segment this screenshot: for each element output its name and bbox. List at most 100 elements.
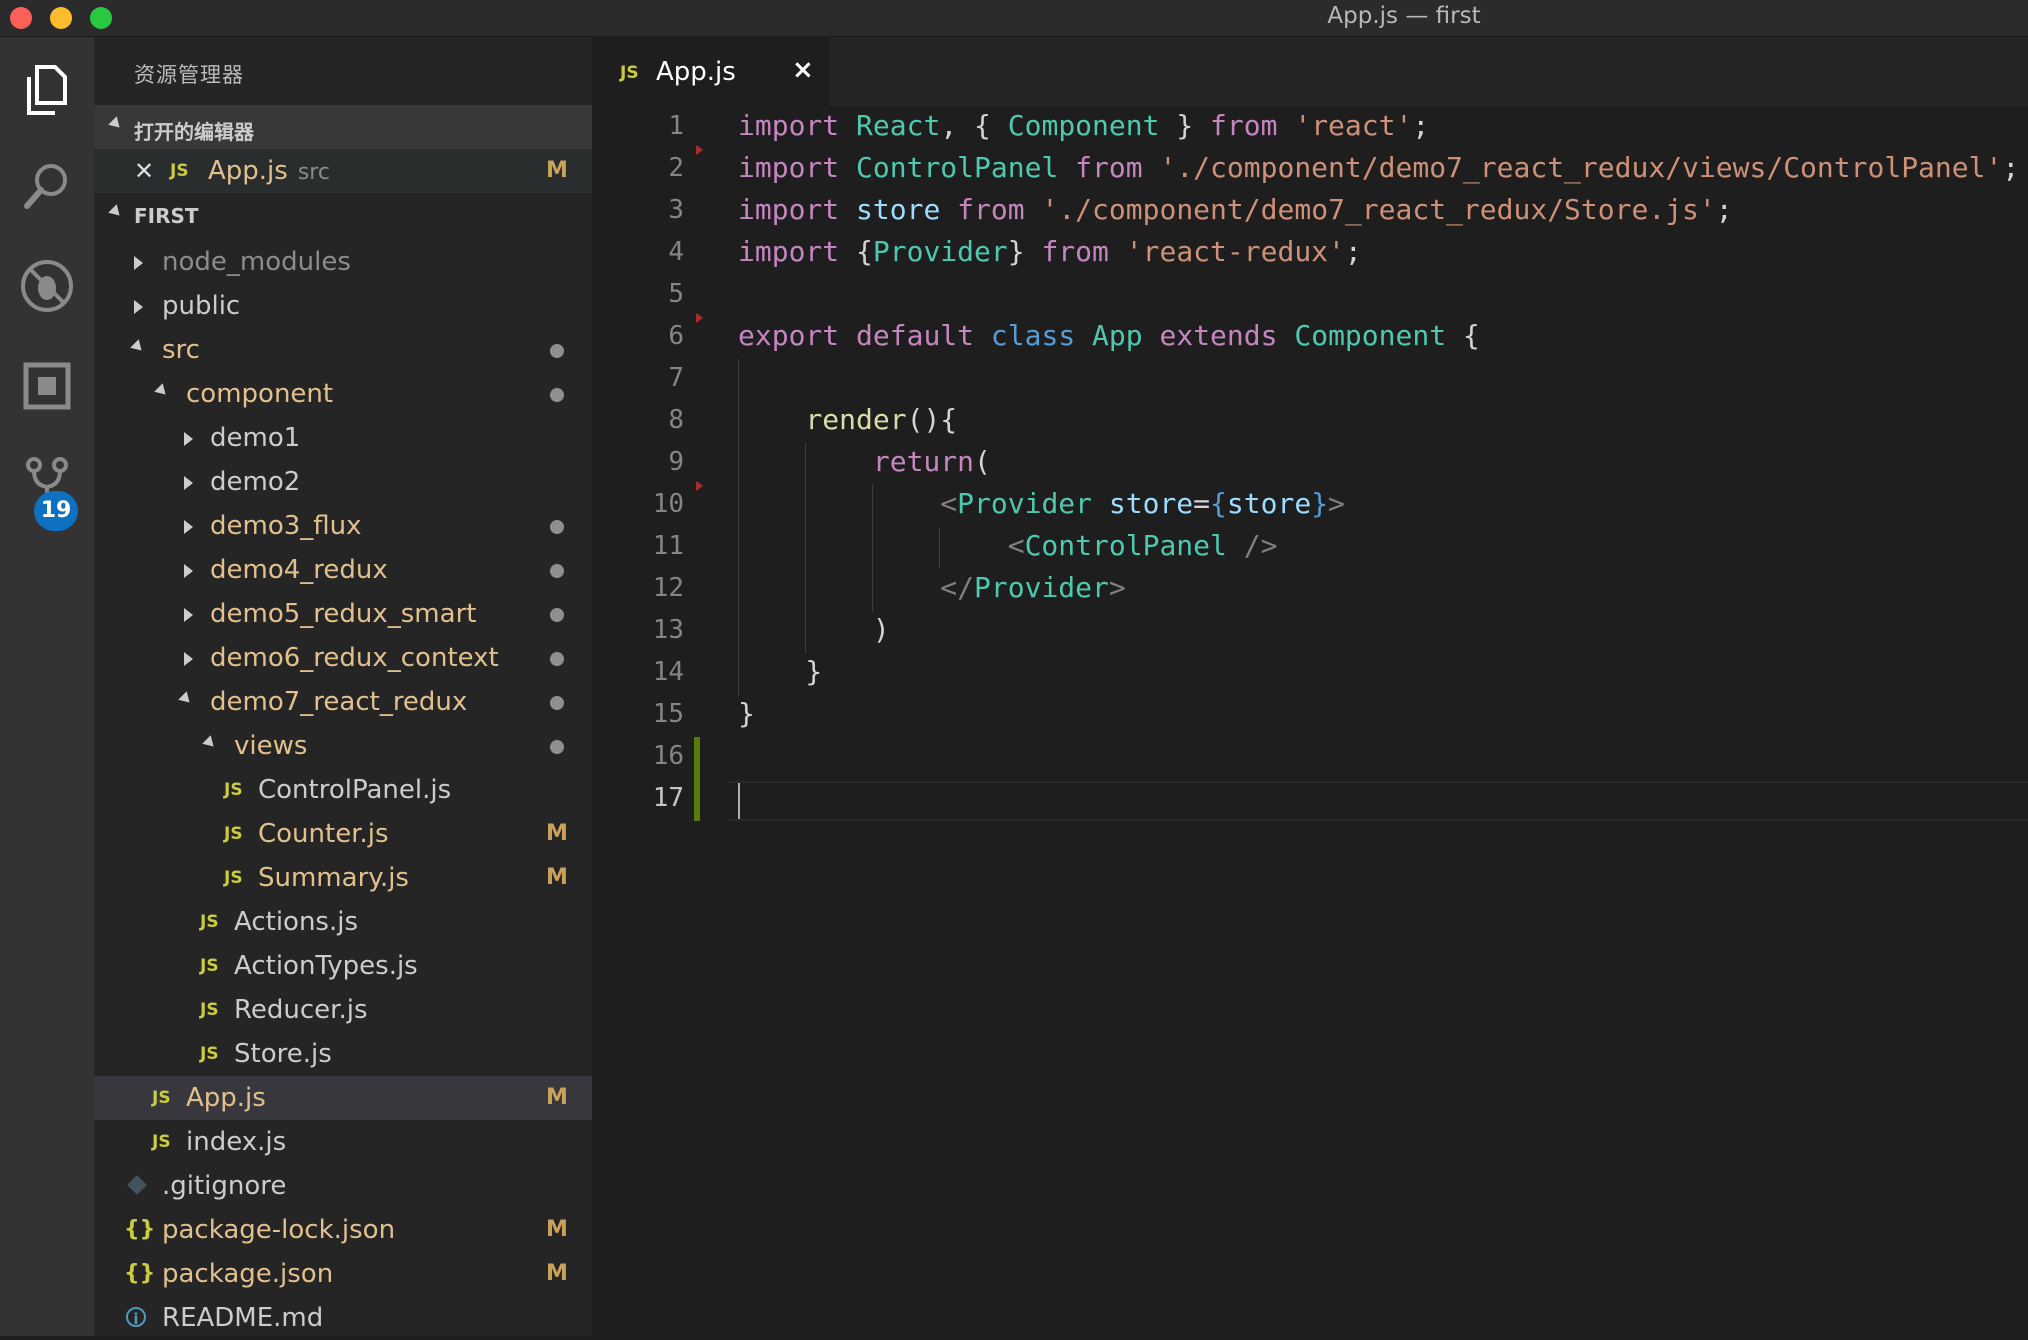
- chevron-right-icon: [184, 564, 193, 578]
- modified-badge: M: [546, 865, 568, 890]
- text-caret: [738, 783, 740, 819]
- code-line[interactable]: ): [738, 613, 890, 646]
- git-file-icon: [127, 1175, 147, 1195]
- chevron-right-icon: [184, 432, 193, 446]
- line-number: 16: [652, 741, 684, 771]
- debug-icon[interactable]: [14, 253, 80, 319]
- tree-item-package-lock-json[interactable]: {} package-lock.json M: [94, 1208, 592, 1252]
- tree-item-src[interactable]: src: [94, 328, 592, 372]
- tree-item-demo5-redux-smart[interactable]: demo5_redux_smart: [94, 592, 592, 636]
- close-icon[interactable]: ✕: [134, 149, 154, 193]
- tree-item-node-modules[interactable]: node_modules: [94, 240, 592, 284]
- code-line[interactable]: render(){: [738, 403, 957, 436]
- tree-item-demo4-redux[interactable]: demo4_redux: [94, 548, 592, 592]
- modified-dot: [550, 740, 564, 754]
- tree-item-public[interactable]: public: [94, 284, 592, 328]
- tree-item-demo6-redux-context[interactable]: demo6_redux_context: [94, 636, 592, 680]
- code-editor[interactable]: 1 2 3 4 5 6 7 8 9 10 11 12 13 14 15 16 1…: [592, 107, 2028, 1336]
- tree-item-views[interactable]: views: [94, 724, 592, 768]
- chevron-down-icon: [108, 204, 124, 220]
- code-line[interactable]: }: [738, 697, 755, 730]
- open-editors-header[interactable]: 打开的编辑器: [94, 105, 592, 149]
- tree-item-demo7-react-redux[interactable]: demo7_react_redux: [94, 680, 592, 724]
- extensions-icon[interactable]: [14, 353, 80, 419]
- title-bar: App.js — first: [0, 0, 2028, 37]
- tree-item-summary-js[interactable]: JS Summary.js M: [94, 856, 592, 900]
- code-line[interactable]: }: [738, 655, 822, 688]
- chevron-right-icon: [184, 476, 193, 490]
- tree-item-demo1[interactable]: demo1: [94, 416, 592, 460]
- line-number: 12: [652, 573, 684, 603]
- js-file-icon: JS: [200, 956, 219, 976]
- code-line[interactable]: export default class App extends Compone…: [738, 319, 1480, 352]
- code-line[interactable]: <Provider store={store}>: [738, 487, 1345, 520]
- close-tab-icon[interactable]: ×: [792, 55, 814, 85]
- js-file-icon: JS: [200, 1044, 219, 1064]
- tree-item-demo2[interactable]: demo2: [94, 460, 592, 504]
- line-number: 1: [668, 111, 684, 141]
- tree-item-gitignore[interactable]: .gitignore: [94, 1164, 592, 1208]
- tree-item-index-js[interactable]: JS index.js: [94, 1120, 592, 1164]
- files-icon[interactable]: [14, 57, 80, 123]
- modified-dot: [550, 564, 564, 578]
- tree-item-actions-js[interactable]: JS Actions.js: [94, 900, 592, 944]
- tree-item-reducer-js[interactable]: JS Reducer.js: [94, 988, 592, 1032]
- js-file-icon: JS: [200, 912, 219, 932]
- code-line[interactable]: return(: [738, 445, 991, 478]
- line-number: 9: [668, 447, 684, 477]
- tree-item-controlpanel-js[interactable]: JS ControlPanel.js: [94, 768, 592, 812]
- tree-item-package-json[interactable]: {} package.json M: [94, 1252, 592, 1296]
- code-line[interactable]: import {Provider} from 'react-redux';: [738, 235, 1362, 268]
- js-file-icon: JS: [224, 780, 243, 800]
- line-number: 6: [668, 321, 684, 351]
- modified-dot: [550, 520, 564, 534]
- chevron-down-icon: [130, 339, 146, 355]
- line-number: 14: [652, 657, 684, 687]
- current-line-highlight: [728, 781, 2028, 821]
- chevron-down-icon: [154, 383, 170, 399]
- modified-dot: [550, 652, 564, 666]
- code-line[interactable]: import store from './component/demo7_rea…: [738, 193, 1733, 226]
- line-number: 13: [652, 615, 684, 645]
- explorer-sidebar: 资源管理器 打开的编辑器 ✕ JS App.js src M FIRST node…: [94, 37, 592, 1336]
- tree-item-actiontypes-js[interactable]: JS ActionTypes.js: [94, 944, 592, 988]
- git-added-gutter: [694, 737, 700, 821]
- js-file-icon: JS: [620, 63, 639, 83]
- line-number: 3: [668, 195, 684, 225]
- modified-dot: [550, 388, 564, 402]
- modified-badge: M: [546, 1085, 568, 1110]
- line-number-current: 17: [652, 783, 684, 813]
- code-line[interactable]: import ControlPanel from './component/de…: [738, 151, 2019, 184]
- chevron-down-icon: [178, 691, 194, 707]
- line-number: 15: [652, 699, 684, 729]
- window-title: App.js — first: [1327, 3, 1481, 29]
- code-line[interactable]: <ControlPanel />: [738, 529, 1278, 562]
- js-file-icon: JS: [152, 1088, 171, 1108]
- fold-marker: [696, 481, 703, 491]
- line-number: 8: [668, 405, 684, 435]
- line-number: 11: [652, 531, 684, 561]
- chevron-down-icon: [202, 735, 218, 751]
- json-file-icon: {}: [124, 1217, 156, 1242]
- js-file-icon: JS: [170, 161, 189, 181]
- code-line[interactable]: </Provider>: [738, 571, 1125, 604]
- tree-item-counter-js[interactable]: JS Counter.js M: [94, 812, 592, 856]
- tree-item-demo3-flux[interactable]: demo3_flux: [94, 504, 592, 548]
- line-number: 7: [668, 363, 684, 393]
- open-editor-item-app-js[interactable]: ✕ JS App.js src M: [94, 149, 592, 193]
- project-header-first[interactable]: FIRST: [94, 193, 592, 237]
- chevron-right-icon: [184, 608, 193, 622]
- info-icon: i: [126, 1307, 146, 1328]
- tree-item-component[interactable]: component: [94, 372, 592, 416]
- modified-dot: [550, 344, 564, 358]
- tab-app-js[interactable]: JS App.js ×: [592, 37, 830, 107]
- chevron-down-icon: [108, 116, 124, 132]
- fold-marker: [696, 145, 703, 155]
- modified-dot: [550, 696, 564, 710]
- tree-item-store-js[interactable]: JS Store.js: [94, 1032, 592, 1076]
- tree-item-readme-md[interactable]: i README.md: [94, 1296, 592, 1340]
- modified-badge: M: [546, 821, 568, 846]
- tree-item-app-js[interactable]: JS App.js M: [94, 1076, 592, 1120]
- search-icon[interactable]: [14, 153, 80, 219]
- code-line[interactable]: import React, { Component } from 'react'…: [738, 109, 1429, 142]
